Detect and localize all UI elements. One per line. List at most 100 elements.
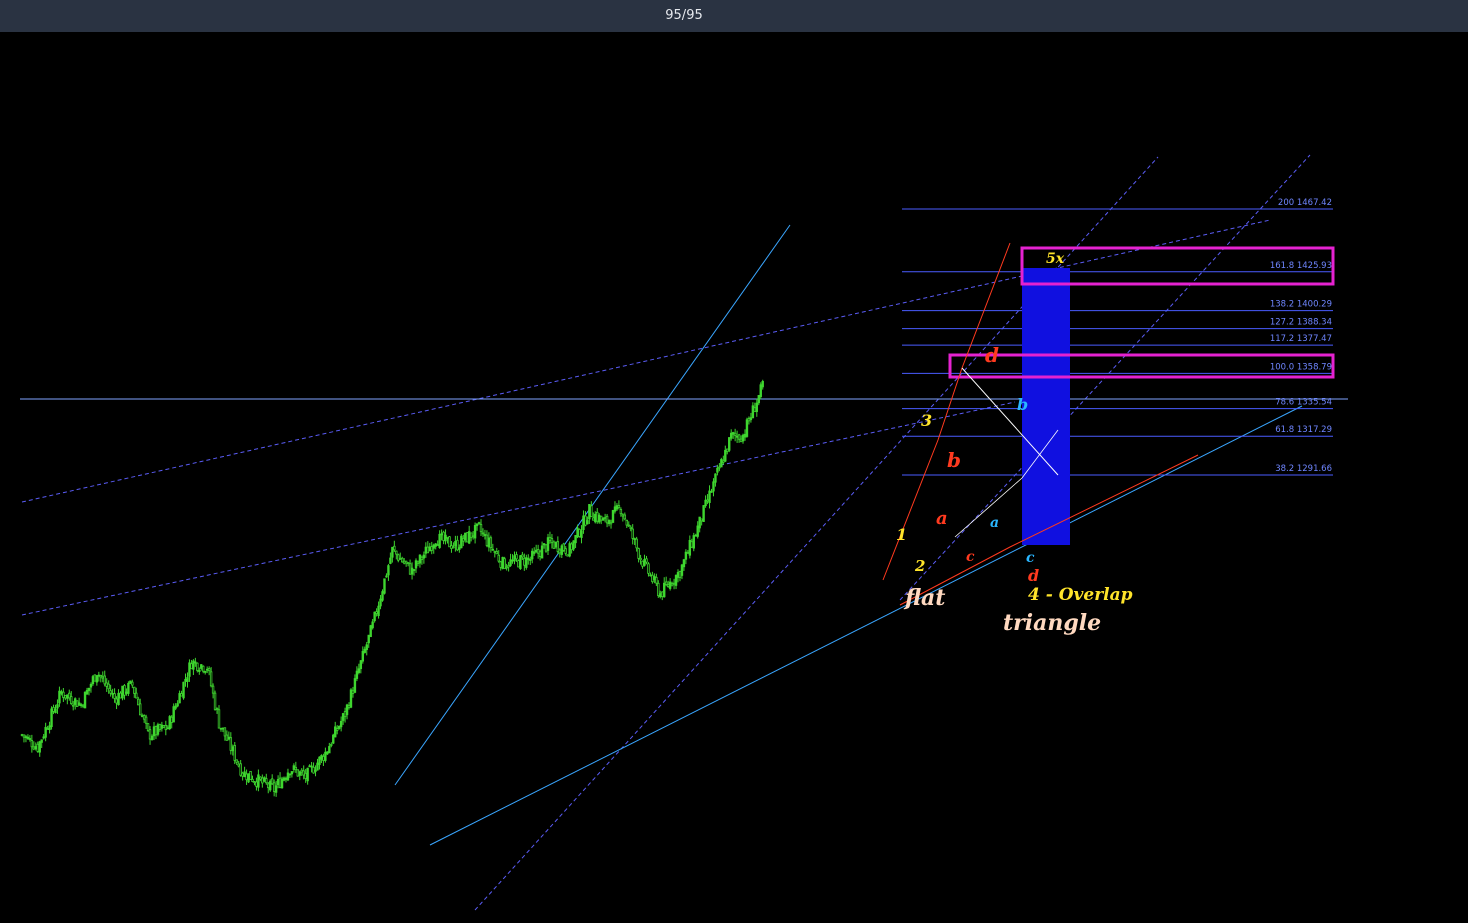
candle-body — [574, 535, 577, 544]
candle-body — [440, 533, 443, 536]
candle-body — [117, 692, 120, 706]
candle-body — [296, 769, 300, 777]
candle-body — [334, 726, 337, 738]
candle-body — [127, 682, 130, 694]
candle-body — [318, 756, 321, 765]
candle-body — [377, 605, 380, 617]
candle-body — [322, 755, 325, 761]
candle-body — [387, 565, 390, 576]
candle-body — [302, 770, 305, 776]
candle-body — [505, 566, 508, 569]
candle-body — [637, 548, 640, 559]
wave-label-cb: b — [1017, 395, 1028, 414]
candle-body — [103, 675, 106, 685]
candle-body — [684, 551, 688, 560]
wave-label-w2: 2 — [914, 557, 925, 575]
candle-body — [97, 674, 101, 677]
candle-body — [381, 591, 384, 601]
candle-body — [337, 725, 341, 729]
fib-level-label: 100.0 1358.79 — [1270, 362, 1332, 372]
candle-body — [140, 715, 144, 717]
candle-body — [733, 432, 737, 436]
candle-body — [706, 499, 709, 502]
candle-body — [696, 525, 699, 537]
candle-body — [493, 551, 497, 553]
wave-label-cc: c — [1026, 550, 1035, 566]
candle-body — [324, 751, 327, 761]
candle-body — [672, 582, 676, 585]
candle-body — [450, 545, 453, 549]
candle-body — [611, 510, 615, 523]
candle-body — [609, 521, 613, 525]
candle-body — [471, 535, 475, 538]
candle-body — [219, 727, 223, 730]
candle-body — [174, 705, 177, 709]
candle-body — [741, 434, 745, 442]
candle-body — [81, 704, 85, 707]
candle-body — [503, 558, 506, 570]
candle-body — [359, 660, 363, 670]
candle-body — [261, 777, 264, 784]
wave-label-w3: 3 — [921, 411, 932, 430]
candle-body — [554, 541, 558, 548]
candle-body — [38, 741, 41, 753]
candle-body — [588, 504, 591, 520]
fib-level-label: 138.2 1400.29 — [1270, 300, 1332, 310]
candle-body — [479, 524, 483, 533]
candle-body — [135, 692, 138, 699]
candle-body — [412, 569, 416, 571]
candle-body — [501, 556, 504, 569]
candle-body — [686, 551, 690, 554]
candle-body — [314, 769, 317, 772]
candle-body — [668, 581, 672, 589]
candle-body — [456, 539, 459, 551]
candle-body — [249, 770, 252, 780]
candle-body — [659, 593, 662, 598]
candle-body — [207, 668, 211, 672]
candle-body — [217, 709, 221, 729]
candle-body — [737, 434, 741, 440]
candle-body — [466, 532, 469, 543]
candle-body — [745, 419, 749, 437]
candle-body — [73, 698, 77, 705]
candle-body — [233, 745, 236, 761]
candle-body — [529, 559, 532, 561]
candle-body — [312, 766, 315, 774]
candle-body — [666, 584, 670, 588]
candle-body — [599, 515, 603, 521]
candle-body — [714, 473, 717, 483]
candle-body — [586, 520, 589, 525]
candle-body — [446, 536, 449, 539]
candle-body — [68, 692, 71, 699]
candle-body — [355, 670, 359, 679]
candle-body — [469, 532, 473, 538]
candle-body — [473, 525, 477, 539]
candle-body — [728, 437, 731, 451]
candle-body — [755, 402, 759, 412]
candle-body — [306, 767, 309, 782]
candle-body — [200, 664, 203, 669]
candle-body — [424, 546, 428, 554]
candle-body — [66, 694, 69, 699]
candle-body — [367, 634, 370, 644]
candle-body — [458, 547, 461, 550]
candle-body — [676, 572, 680, 578]
candle-body — [345, 704, 349, 716]
candle-body — [420, 556, 424, 560]
candle-body — [448, 536, 451, 548]
candle-body — [582, 515, 585, 531]
wave-labels: flattriangle4 - Overlap5x123abcddabc — [896, 251, 1133, 636]
candle-body — [538, 551, 542, 557]
candle-body — [544, 544, 548, 552]
candle-body — [269, 780, 272, 791]
candle-body — [209, 671, 213, 687]
candle-body — [369, 625, 372, 638]
candle-body — [87, 687, 91, 692]
candle-body — [550, 538, 554, 544]
candle-body — [52, 706, 55, 712]
candle-body — [657, 582, 660, 597]
candle-body — [761, 381, 764, 388]
candle-body — [592, 517, 595, 521]
candle-body — [40, 739, 43, 743]
candle-body — [349, 689, 353, 708]
